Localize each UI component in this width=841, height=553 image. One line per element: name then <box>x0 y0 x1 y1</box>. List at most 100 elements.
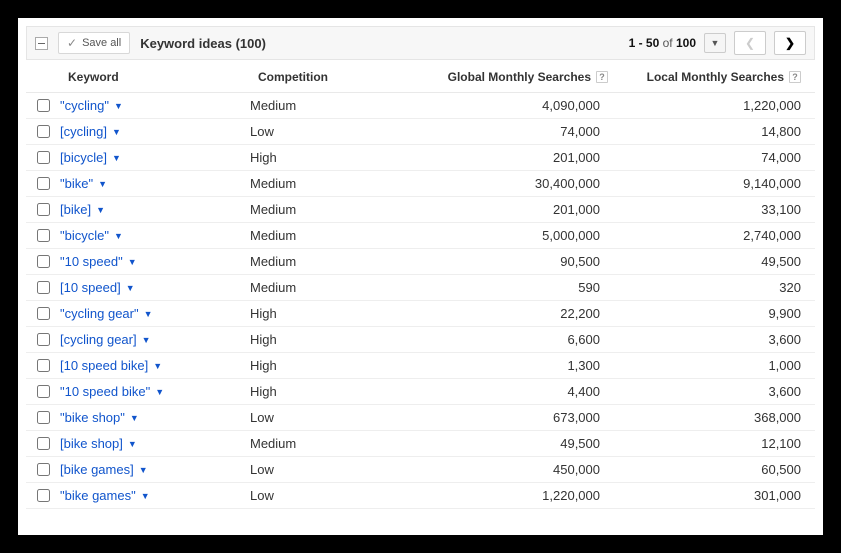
keyword-link[interactable]: [cycling]▼ <box>60 124 121 139</box>
pager: 1 - 50 of 100 ▼ ❮ ❯ <box>629 31 806 55</box>
keyword-link[interactable]: [bike shop]▼ <box>60 436 137 451</box>
caret-down-icon: ▼ <box>114 101 123 111</box>
keyword-link[interactable]: [10 speed]▼ <box>60 280 135 295</box>
table-row: "bike"▼ Medium 30,400,000 9,140,000 <box>26 171 815 197</box>
caret-down-icon: ▼ <box>98 179 107 189</box>
row-checkbox[interactable] <box>37 385 50 398</box>
competition-value: High <box>250 384 277 399</box>
row-checkbox[interactable] <box>37 463 50 476</box>
caret-down-icon: ▼ <box>114 231 123 241</box>
keyword-link[interactable]: "10 speed bike" ▼ <box>60 384 164 399</box>
table-row: [10 speed bike]▼High1,3001,000 <box>26 353 815 379</box>
keyword-text: "10 speed bike" <box>60 384 150 399</box>
caret-down-icon: ▼ <box>144 309 153 319</box>
local-searches-value: 12,100 <box>610 436 801 451</box>
row-checkbox[interactable] <box>37 281 50 294</box>
page-size-dropdown[interactable]: ▼ <box>704 33 726 53</box>
keyword-link[interactable]: "bicycle" ▼ <box>60 228 123 243</box>
competition-value: Low <box>250 410 274 425</box>
competition-value: High <box>250 306 277 321</box>
prev-page-button[interactable]: ❮ <box>734 31 766 55</box>
row-checkbox[interactable] <box>37 177 50 190</box>
chevron-right-icon: ❯ <box>785 36 795 50</box>
competition-value: Medium <box>250 228 296 243</box>
row-checkbox[interactable] <box>37 151 50 164</box>
competition-value: High <box>250 358 277 373</box>
keyword-link[interactable]: "bike"▼ <box>60 176 107 191</box>
keyword-link[interactable]: "cycling" ▼ <box>60 98 123 113</box>
table-row: "bicycle" ▼ Medium 5,000,000 2,740,000 <box>26 223 815 249</box>
keyword-text: [bike games] <box>60 462 134 477</box>
table-row: [cycling]▼Low74,00014,800 <box>26 119 815 145</box>
caret-down-icon: ▼ <box>128 439 137 449</box>
table-head: Keyword Competition Global Monthly Searc… <box>26 60 815 93</box>
page-range: 1 - 50 of 100 <box>629 36 696 50</box>
keyword-link[interactable]: [10 speed bike]▼ <box>60 358 162 373</box>
keyword-text: "bicycle" <box>60 228 109 243</box>
row-checkbox[interactable] <box>37 411 50 424</box>
keyword-link[interactable]: [bicycle]▼ <box>60 150 121 165</box>
col-competition[interactable]: Competition <box>258 70 428 84</box>
keyword-text: "cycling" <box>60 98 109 113</box>
table-row: "cycling gear"▼High22,2009,900 <box>26 301 815 327</box>
local-searches-value: 49,500 <box>610 254 801 269</box>
global-searches-value: 5,000,000 <box>420 228 600 243</box>
keyword-link[interactable]: "bike games"▼ <box>60 488 150 503</box>
collapse-toggle[interactable] <box>35 37 48 50</box>
local-searches-value: 9,140,000 <box>610 176 801 191</box>
global-searches-value: 4,090,000 <box>420 98 600 113</box>
table-body: "cycling"▼Medium4,090,0001,220,000[cycli… <box>26 93 815 509</box>
competition-value: Medium <box>250 254 296 269</box>
table-row: [cycling gear]▼High6,6003,600 <box>26 327 815 353</box>
save-all-button[interactable]: ✓ Save all <box>58 32 130 54</box>
keyword-text: [bike] <box>60 202 91 217</box>
table-row: "bike games"▼Low1,220,000301,000 <box>26 483 815 509</box>
help-icon[interactable]: ? <box>789 71 801 83</box>
row-checkbox[interactable] <box>37 333 50 346</box>
global-searches-value: 201,000 <box>420 202 600 217</box>
competition-value: Low <box>250 124 274 139</box>
keyword-link[interactable]: "bike shop"▼ <box>60 410 139 425</box>
keyword-link[interactable]: "10 speed"▼ <box>60 254 137 269</box>
caret-down-icon: ▼ <box>96 205 105 215</box>
local-searches-value: 3,600 <box>610 332 801 347</box>
col-keyword[interactable]: Keyword <box>68 70 258 84</box>
global-searches-value: 90,500 <box>420 254 600 269</box>
keyword-text: [cycling gear] <box>60 332 137 347</box>
row-checkbox[interactable] <box>37 359 50 372</box>
table-row: [10 speed]▼Medium590320 <box>26 275 815 301</box>
competition-value: Low <box>250 488 274 503</box>
keyword-link[interactable]: "cycling gear"▼ <box>60 306 153 321</box>
global-searches-value: 590 <box>420 280 600 295</box>
row-checkbox[interactable] <box>37 99 50 112</box>
col-global[interactable]: Global Monthly Searches ? <box>428 70 618 84</box>
table-row: "10 speed bike"▼High4,4003,600 <box>26 379 815 405</box>
minus-icon <box>38 40 45 47</box>
row-checkbox[interactable] <box>37 203 50 216</box>
global-searches-value: 22,200 <box>420 306 600 321</box>
caret-down-icon: ▼ <box>112 153 121 163</box>
caret-down-icon: ▼ <box>155 387 164 397</box>
row-checkbox[interactable] <box>37 489 50 502</box>
row-checkbox[interactable] <box>37 229 50 242</box>
local-searches-value: 3,600 <box>610 384 801 399</box>
caret-down-icon: ▼ <box>139 465 148 475</box>
row-checkbox[interactable] <box>37 255 50 268</box>
keyword-link[interactable]: [cycling gear]▼ <box>60 332 151 347</box>
col-local[interactable]: Local Monthly Searches ? <box>618 70 807 84</box>
row-checkbox[interactable] <box>37 307 50 320</box>
row-checkbox[interactable] <box>37 125 50 138</box>
global-searches-value: 30,400,000 <box>420 176 600 191</box>
local-searches-value: 2,740,000 <box>610 228 801 243</box>
keyword-link[interactable]: [bike] ▼ <box>60 202 105 217</box>
caret-down-icon: ▼ <box>153 361 162 371</box>
keyword-link[interactable]: [bike games] ▼ <box>60 462 148 477</box>
global-searches-value: 450,000 <box>420 462 600 477</box>
next-page-button[interactable]: ❯ <box>774 31 806 55</box>
caret-down-icon: ▼ <box>112 127 121 137</box>
keyword-text: [10 speed] <box>60 280 121 295</box>
global-searches-value: 49,500 <box>420 436 600 451</box>
row-checkbox[interactable] <box>37 437 50 450</box>
competition-value: Medium <box>250 176 296 191</box>
help-icon[interactable]: ? <box>596 71 608 83</box>
